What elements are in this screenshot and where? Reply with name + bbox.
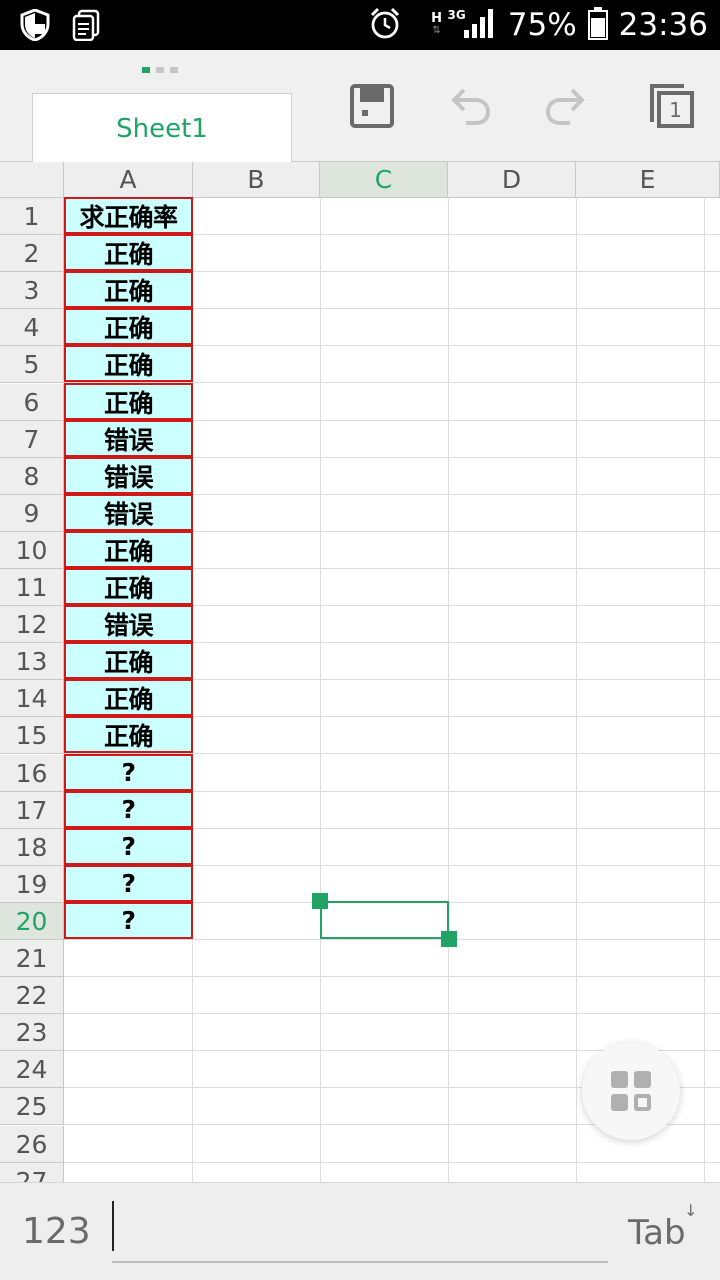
- row-gridline: [64, 939, 720, 940]
- page-dot-active: [142, 67, 150, 73]
- row-header-8[interactable]: 8: [0, 458, 64, 495]
- row-header-20[interactable]: 20: [0, 903, 64, 940]
- undo-button[interactable]: [446, 82, 494, 130]
- column-gridline: [576, 198, 577, 1182]
- column-header-b[interactable]: B: [193, 162, 320, 198]
- row-header-21[interactable]: 21: [0, 940, 64, 977]
- tab-arrow-icon: ↓: [684, 1201, 698, 1220]
- row-header-2[interactable]: 2: [0, 235, 64, 272]
- battery-percent: 75%: [507, 7, 577, 43]
- row-gridline: [64, 1162, 720, 1163]
- row-header-22[interactable]: 22: [0, 977, 64, 1014]
- toolbar: Sheet1 1: [0, 50, 720, 163]
- grid-apps-icon: [611, 1071, 651, 1111]
- text-cursor: [112, 1201, 114, 1251]
- sheet-tab[interactable]: Sheet1: [32, 93, 292, 163]
- row-header-19[interactable]: 19: [0, 866, 64, 903]
- cell-a14[interactable]: 正确: [64, 679, 193, 716]
- cell-a5[interactable]: 正确: [64, 345, 193, 382]
- column-gridline: [320, 198, 321, 1182]
- select-all-corner[interactable]: [0, 162, 64, 198]
- column-header-d[interactable]: D: [448, 162, 576, 198]
- page-dot: [156, 67, 164, 73]
- row-header-3[interactable]: 3: [0, 272, 64, 309]
- network-indicator: H ⇅ 3G: [430, 8, 498, 42]
- row-header-4[interactable]: 4: [0, 309, 64, 346]
- row-header-9[interactable]: 9: [0, 495, 64, 532]
- shield-icon: [20, 8, 50, 45]
- cell-a19[interactable]: ?: [64, 865, 193, 902]
- formula-input-bar: 123 Tab ↓: [0, 1182, 720, 1280]
- row-header-12[interactable]: 12: [0, 606, 64, 643]
- undo-icon: [451, 88, 491, 125]
- cell-a4[interactable]: 正确: [64, 308, 193, 345]
- save-icon: [350, 84, 394, 128]
- page-dot: [170, 67, 178, 73]
- document-icon: [72, 9, 100, 45]
- spreadsheet-grid[interactable]: ABCDE 1 2 3 4 5 6 7 8 9 10 11 12 13 14 15 16 17 18 19 20 21 2…: [0, 162, 720, 1182]
- row-header-17[interactable]: 17: [0, 792, 64, 829]
- row-header-18[interactable]: 18: [0, 829, 64, 866]
- column-header-c[interactable]: C: [320, 162, 448, 198]
- cell-a17[interactable]: ?: [64, 791, 193, 828]
- row-header-6[interactable]: 6: [0, 384, 64, 421]
- column-gridline: [448, 198, 449, 1182]
- row-header-11[interactable]: 11: [0, 569, 64, 606]
- cell-a12[interactable]: 错误: [64, 605, 193, 642]
- numeric-keyboard-button[interactable]: 123: [22, 1211, 91, 1252]
- row-header-1[interactable]: 1: [0, 198, 64, 235]
- save-button[interactable]: [348, 82, 396, 130]
- row-header-24[interactable]: 24: [0, 1051, 64, 1088]
- row-gridline: [64, 1013, 720, 1014]
- row-header-13[interactable]: 13: [0, 643, 64, 680]
- quick-actions-button[interactable]: [582, 1042, 680, 1140]
- page-indicator: [142, 67, 178, 73]
- column-header-e[interactable]: E: [576, 162, 720, 198]
- selection-start-handle[interactable]: [312, 893, 328, 909]
- cell-a1[interactable]: 求正确率: [64, 197, 193, 234]
- cell-a2[interactable]: 正确: [64, 234, 193, 271]
- row-header-10[interactable]: 10: [0, 532, 64, 569]
- row-header-25[interactable]: 25: [0, 1088, 64, 1125]
- battery-icon: [587, 6, 609, 44]
- column-header-a[interactable]: A: [64, 162, 193, 198]
- status-bar: H ⇅ 3G 75% 23:36: [0, 0, 720, 50]
- cell-a15[interactable]: 正确: [64, 716, 193, 753]
- cell-a7[interactable]: 错误: [64, 420, 193, 457]
- row-header-15[interactable]: 15: [0, 717, 64, 754]
- cell-a6[interactable]: 正确: [64, 383, 193, 420]
- row-header-7[interactable]: 7: [0, 421, 64, 458]
- tab-key-button[interactable]: Tab: [628, 1213, 686, 1253]
- row-header-26[interactable]: 26: [0, 1126, 64, 1163]
- network-h-label: H: [431, 11, 442, 26]
- cell-a9[interactable]: 错误: [64, 494, 193, 531]
- cell-a18[interactable]: ?: [64, 828, 193, 865]
- row-header-27[interactable]: 27: [0, 1163, 64, 1182]
- row-header-16[interactable]: 16: [0, 755, 64, 792]
- row-header-23[interactable]: 23: [0, 1014, 64, 1051]
- redo-button[interactable]: [542, 82, 590, 130]
- cell-a3[interactable]: 正确: [64, 271, 193, 308]
- row-gridline: [64, 976, 720, 977]
- cell-input-field[interactable]: [112, 1261, 608, 1263]
- network-gen-label: 3G: [447, 8, 466, 22]
- column-gridline: [704, 198, 705, 1182]
- alarm-icon: [368, 6, 402, 44]
- row-header-14[interactable]: 14: [0, 680, 64, 717]
- sheets-button[interactable]: 1: [648, 82, 696, 130]
- cell-a16[interactable]: ?: [64, 754, 193, 791]
- sheet-count: 1: [669, 97, 682, 122]
- signal-icon: [462, 8, 498, 42]
- cell-a8[interactable]: 错误: [64, 457, 193, 494]
- clock: 23:36: [618, 7, 708, 43]
- selected-cell[interactable]: [312, 893, 457, 947]
- cell-a13[interactable]: 正确: [64, 642, 193, 679]
- selection-end-handle[interactable]: [441, 931, 457, 947]
- cell-a20[interactable]: ?: [64, 902, 193, 939]
- redo-icon: [545, 88, 585, 125]
- cell-a11[interactable]: 正确: [64, 568, 193, 605]
- cell-a10[interactable]: 正确: [64, 531, 193, 568]
- row-header-5[interactable]: 5: [0, 346, 64, 383]
